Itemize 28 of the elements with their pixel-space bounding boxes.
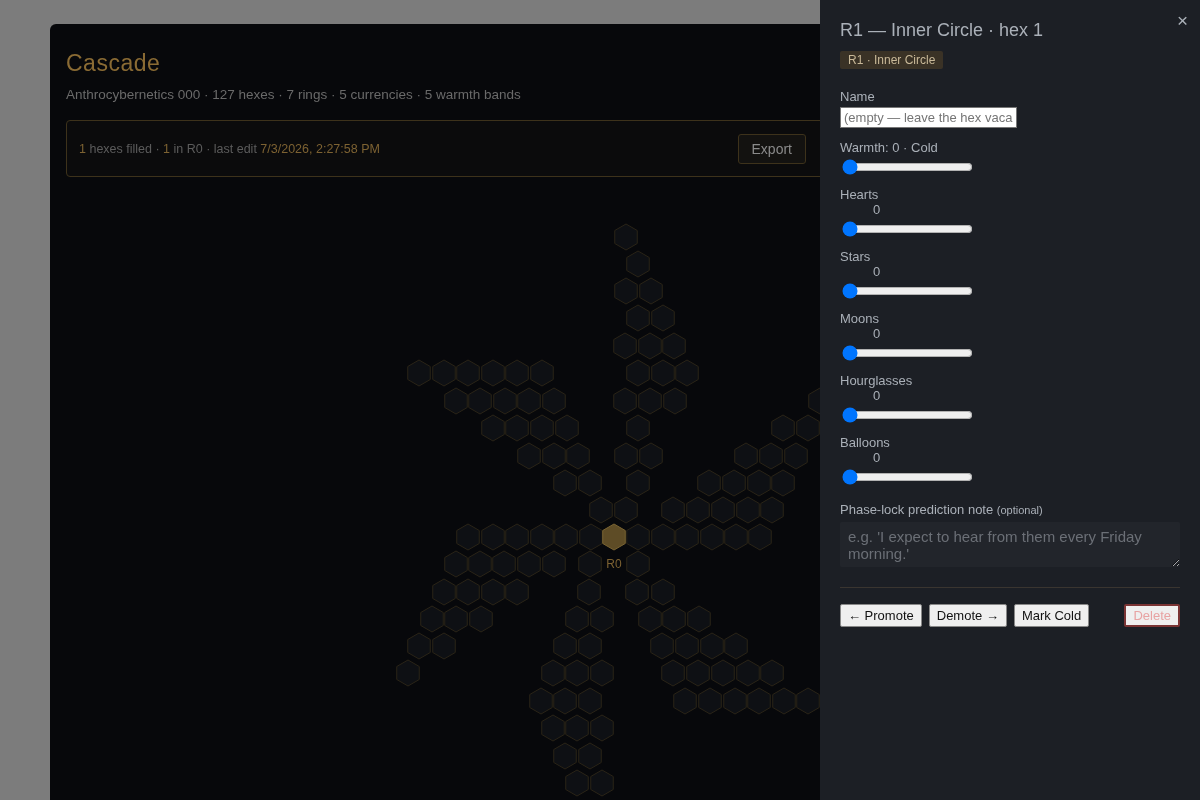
slider-label: Warmth: 0 · Cold [840,140,938,155]
export-button[interactable]: Export [737,133,806,164]
close-button[interactable]: × [1172,10,1192,32]
note-field[interactable]: e.g. 'I expect to hear from them every Friday morning.' [840,522,1180,567]
slider-label: Moons [840,311,880,326]
slider-label: Balloons [840,435,890,450]
panel-title: R1 — Inner Circle · hex 1 [840,20,1045,41]
slider-value: 0 [873,202,881,217]
slider-value: 0 [873,388,881,403]
optional-hint: (optional) [996,504,1043,516]
slider-label: Hourglasses [840,373,913,388]
action-button[interactable]: Mark Cold [1013,604,1090,627]
action-button[interactable]: Demote → [928,604,1007,627]
status-text: 1 hexes filled · 1 in R0 · last edit 7/3/2026, 2:27:58 PM [79,141,380,156]
slider-value: 0 [873,450,881,465]
name-field[interactable]: (empty — leave the hex vaca [840,107,1017,128]
action-button[interactable]: ← Promote [840,604,922,627]
field-label: Phase-lock prediction note [840,502,994,517]
app-subtitle: Anthrocybernetics 000 · 127 hexes · 7 rings · 5 currencies · 5 warmth bands [66,87,522,102]
field-label: Name [840,89,876,104]
slider-label: Hearts [840,187,879,202]
hex-label: R0 [606,557,622,571]
slider-label: Stars [840,249,871,264]
slider-value: 0 [873,326,881,341]
slider-value: 0 [873,264,881,279]
ring-badge: R1 · Inner Circle [840,51,944,69]
hex-tile[interactable] [602,523,626,551]
app-title: Cascade [66,50,162,77]
